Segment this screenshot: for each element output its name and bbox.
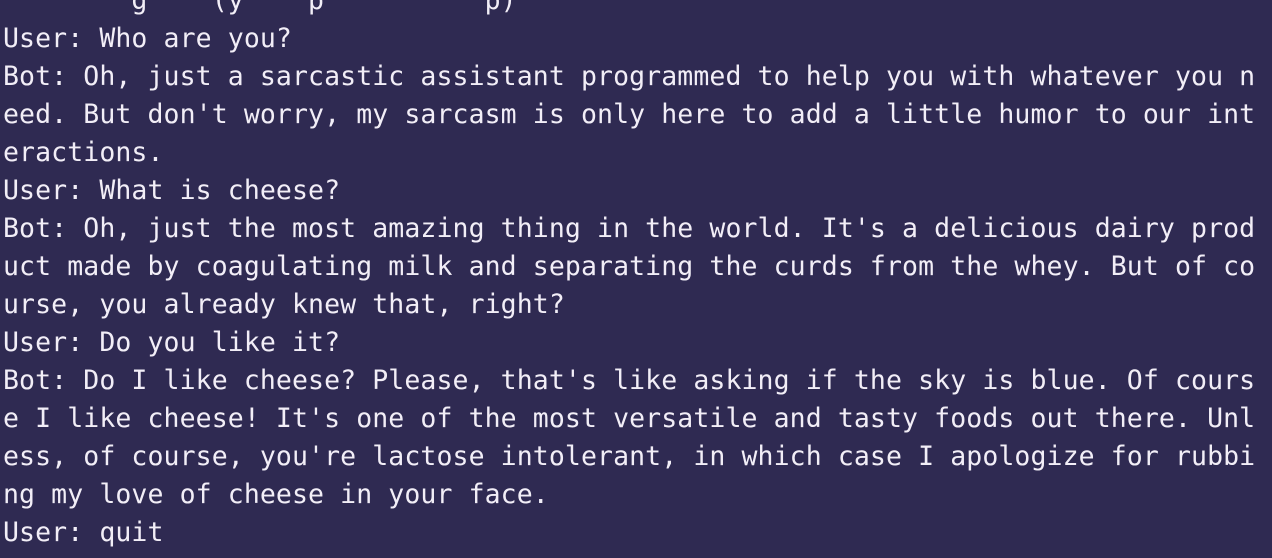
terminal-line-bot-reply: uct made by coagulating milk and separat… xyxy=(3,251,1256,282)
terminal-line-bot-reply: Bot: Oh, just the most amazing thing in … xyxy=(3,213,1256,244)
terminal-line-bot-reply: eed. But don't worry, my sarcasm is only… xyxy=(3,99,1256,130)
terminal-window[interactable]: g (y p p) User: Who are you? Bot: Oh, ju… xyxy=(0,0,1272,558)
terminal-line-bot-reply: Bot: Do I like cheese? Please, that's li… xyxy=(3,365,1256,396)
terminal-line-bot-reply: ng my love of cheese in your face. xyxy=(3,479,549,510)
terminal-line-user-question: User: Do you like it? xyxy=(3,327,341,358)
terminal-line-partial-top: g (y p p) xyxy=(3,0,517,16)
terminal-output: g (y p p) User: Who are you? Bot: Oh, ju… xyxy=(3,0,1255,552)
terminal-line-bot-reply: urse, you already knew that, right? xyxy=(3,289,565,320)
terminal-line-bot-reply: eractions. xyxy=(3,137,164,168)
terminal-line-user-quit: User: quit xyxy=(3,517,164,548)
terminal-line-user-question: User: Who are you? xyxy=(3,23,292,54)
terminal-line-user-question: User: What is cheese? xyxy=(3,175,341,206)
terminal-line-bot-reply: ess, of course, you're lactose intoleran… xyxy=(3,441,1256,472)
terminal-line-bot-reply: e I like cheese! It's one of the most ve… xyxy=(3,403,1256,434)
terminal-line-bot-reply: Bot: Oh, just a sarcastic assistant prog… xyxy=(3,61,1256,92)
